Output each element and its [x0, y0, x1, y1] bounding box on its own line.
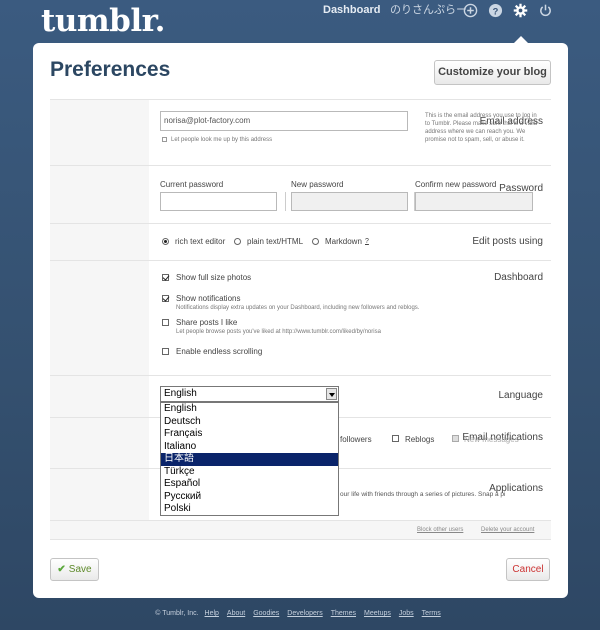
rich-text-label: rich text editor: [175, 237, 226, 246]
full-size-photos-checkbox[interactable]: [162, 274, 169, 281]
edit-posts-row: Edit posts using rich text editor plain …: [50, 223, 551, 260]
share-posts-label: Share posts I like: [176, 318, 238, 327]
new-password-label: New password: [291, 180, 344, 189]
footer-link[interactable]: Meetups: [364, 610, 391, 617]
full-size-photos-label: Show full size photos: [176, 273, 252, 282]
language-option[interactable]: Italiano: [161, 441, 338, 454]
chevron-down-icon[interactable]: [326, 388, 337, 400]
customize-blog-button[interactable]: Customize your blog: [434, 60, 551, 85]
delete-account-link[interactable]: Delete your account: [481, 527, 534, 533]
save-button[interactable]: ✔ Save: [50, 558, 99, 581]
account-links-row: Block other users Delete your account: [50, 520, 551, 540]
nav-user-link[interactable]: のりさんぷらー: [390, 0, 467, 20]
language-select[interactable]: English: [160, 386, 339, 402]
language-option[interactable]: Türkçe: [161, 466, 338, 479]
new-password-input[interactable]: [291, 192, 408, 211]
markdown-help-link[interactable]: ?: [365, 238, 369, 245]
dashboard-row: Dashboard Show full size photos Show not…: [50, 260, 551, 375]
copyright: © Tumblr, Inc.: [155, 610, 199, 617]
email-row: Email address norisa@plot-factory.com Le…: [50, 99, 551, 165]
email-side-note: This is the email address you use to log…: [425, 113, 538, 143]
plain-html-label: plain text/HTML: [247, 237, 304, 246]
footer: © Tumblr, Inc. Help About Goodies Developer…: [0, 610, 600, 617]
reblogs-checkbox[interactable]: [392, 435, 399, 442]
language-option[interactable]: Deutsch: [161, 416, 338, 429]
current-password-input[interactable]: [160, 192, 277, 211]
language-option[interactable]: Polski: [161, 503, 338, 516]
confirm-password-input[interactable]: [415, 192, 533, 211]
cancel-button[interactable]: Cancel: [506, 558, 550, 581]
share-posts-hint: Let people browse posts you've liked at …: [176, 329, 381, 335]
language-option[interactable]: Français: [161, 428, 338, 441]
svg-text:?: ?: [493, 6, 499, 16]
share-posts-checkbox[interactable]: [162, 319, 169, 326]
help-icon[interactable]: ?: [488, 3, 503, 18]
footer-link[interactable]: Jobs: [399, 610, 414, 617]
footer-link[interactable]: About: [227, 610, 245, 617]
confirm-password-label: Confirm new password: [415, 180, 497, 189]
edit-posts-label: Edit posts using: [472, 236, 543, 247]
language-option[interactable]: 日本語: [161, 453, 338, 466]
markdown-label: Markdown: [325, 237, 362, 246]
notifications-checkbox[interactable]: [162, 295, 169, 302]
plain-html-radio[interactable]: [234, 238, 241, 245]
reblogs-label: Reblogs: [405, 435, 435, 444]
page-title: Preferences: [50, 58, 171, 81]
power-icon[interactable]: [538, 3, 553, 18]
tumblr-logo[interactable]: tumblr.: [41, 3, 165, 39]
language-option[interactable]: Español: [161, 478, 338, 491]
footer-link[interactable]: Terms: [422, 610, 441, 617]
endless-scrolling-checkbox[interactable]: [162, 348, 169, 355]
notifications-label: Show notifications: [176, 294, 241, 303]
email-field[interactable]: norisa@plot-factory.com: [160, 111, 408, 131]
markdown-radio[interactable]: [312, 238, 319, 245]
language-option[interactable]: English: [161, 403, 338, 416]
language-option[interactable]: Русский: [161, 491, 338, 504]
applications-text: our life with friends through a series o…: [340, 491, 506, 498]
block-users-link[interactable]: Block other users: [417, 527, 463, 533]
footer-link[interactable]: Goodies: [253, 610, 279, 617]
top-bar: tumblr. Dashboard のりさんぷらー ?: [0, 0, 600, 44]
footer-link[interactable]: Developers: [287, 610, 322, 617]
lookup-checkbox[interactable]: [162, 137, 167, 142]
footer-link[interactable]: Help: [205, 610, 219, 617]
followers-label: followers: [340, 435, 372, 444]
password-row: Password Current password New password C…: [50, 165, 551, 223]
rich-text-radio[interactable]: [162, 238, 169, 245]
nav-dashboard-link[interactable]: Dashboard: [323, 0, 380, 20]
footer-link[interactable]: Themes: [331, 610, 356, 617]
check-icon: ✔: [57, 564, 66, 575]
new-messages-label: New messages: [464, 435, 519, 444]
language-label: Language: [498, 390, 544, 401]
lookup-label: Let people look me up by this address: [171, 137, 273, 143]
current-password-label: Current password: [160, 180, 224, 189]
divider: [285, 192, 286, 211]
plus-icon[interactable]: [463, 3, 478, 18]
language-dropdown-list: English Deutsch Français Italiano 日本語 Türkçe E…: [160, 402, 339, 516]
gear-icon[interactable]: [513, 3, 528, 18]
new-messages-checkbox[interactable]: [452, 435, 459, 442]
endless-scrolling-label: Enable endless scrolling: [176, 347, 263, 356]
notifications-hint: Notifications display extra updates on y…: [176, 305, 420, 311]
dashboard-label: Dashboard: [494, 272, 543, 283]
menu-caret: [514, 36, 528, 43]
